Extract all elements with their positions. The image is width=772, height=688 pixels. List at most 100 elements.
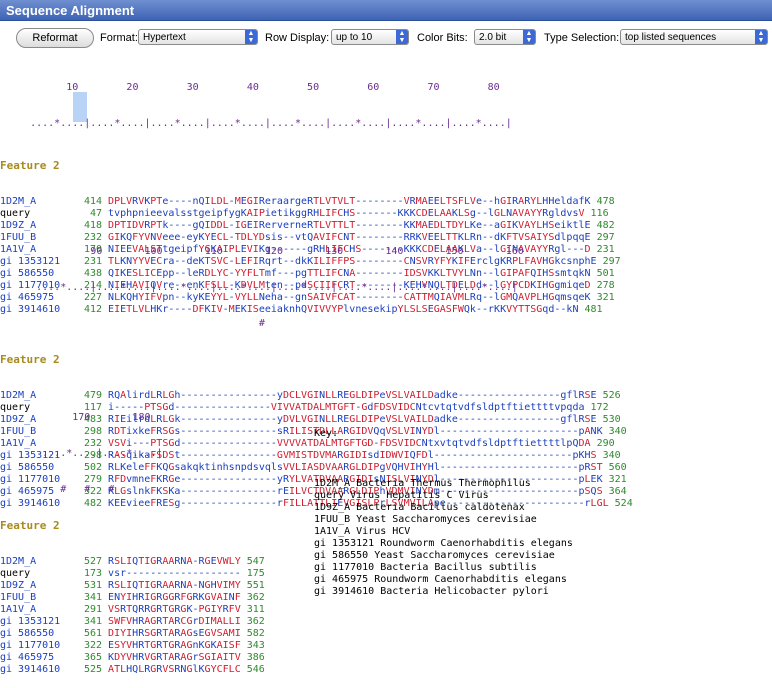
end-position: 386 — [246, 652, 265, 663]
start-position: 414 — [83, 196, 102, 207]
type-selection-select[interactable]: top listed sequences ▲ ▼ — [620, 29, 768, 45]
end-position: 290 — [596, 438, 615, 449]
format-value: Hypertext — [143, 32, 186, 43]
alignment-row: gi 465975 365 KDYVHRVGRTARAGrSGIAITV 386 — [0, 652, 265, 664]
sequence-name[interactable]: 1D2M_A — [0, 196, 70, 208]
row-display-value: up to 10 — [336, 32, 373, 43]
ruler-ticks: ....*....|....*....| — [0, 448, 163, 459]
position-ruler: 10 20 30 40 50 60 70 80 — [0, 82, 500, 93]
end-position: 530 — [602, 414, 621, 425]
sequence-residues: RSLIQTIGRAARNA-RGEVWLY — [108, 556, 241, 567]
key-entry: 1D9Z_A Bacteria Bacillus caldotenax — [314, 502, 525, 513]
alignment-row: gi 1177010 322 ESYVHRTGRTGRAGnKGKAISF 343 — [0, 640, 265, 652]
sequence-name[interactable]: 1D2M_A — [0, 556, 70, 568]
start-position: 525 — [83, 664, 102, 675]
row-display-label: Row Display: — [265, 32, 330, 44]
end-position: 340 — [602, 450, 621, 461]
key-entry: 1D2M_A Bacteria Thermus Thermophilus — [314, 478, 531, 489]
position-ruler: 170 180 — [0, 412, 151, 423]
start-position: 341 — [83, 616, 102, 627]
color-bits-select[interactable]: 2.0 bit ▲ ▼ — [474, 29, 536, 45]
end-position: 524 — [614, 498, 633, 509]
sequence-name[interactable]: gi 1177010 — [0, 640, 70, 652]
key-title: Key: — [314, 428, 339, 439]
end-position: 547 — [246, 556, 265, 567]
start-position: 531 — [83, 580, 102, 591]
ruler-ticks: ....*....|....*....|....*....|....*....|… — [0, 282, 518, 293]
end-position: 362 — [246, 592, 265, 603]
start-position: 527 — [83, 556, 102, 567]
alignment-row: query 173 vsr------------------- 175 — [0, 568, 265, 580]
sequence-residues: tvphpnieevalsstgeipfygKAIPietikggRHLIFCH… — [108, 208, 585, 219]
end-position: 311 — [246, 604, 265, 615]
alignment-row: gi 586550 561 DIYIHRSGRTARAGsEGVSAMI 582 — [0, 628, 265, 640]
end-position: 546 — [246, 664, 265, 675]
end-position: 175 — [246, 568, 265, 579]
key-entry: query Virus Hepatitis C Virus — [314, 490, 489, 501]
end-position: 478 — [596, 196, 615, 207]
end-position: 172 — [590, 402, 609, 413]
key-entry: gi 3914610 Bacteria Helicobacter pylori — [314, 586, 549, 597]
sequence-residues: ATLHQLRGRVSRNGlKGYCFLC — [108, 664, 241, 675]
sequence-residues: vsr------------------- — [108, 568, 241, 579]
feature-label: Feature 2 — [0, 159, 60, 172]
end-position: 343 — [246, 640, 265, 651]
end-position: 321 — [608, 474, 627, 485]
sequence-name[interactable]: gi 465975 — [0, 652, 70, 664]
sequence-residues: SWFVHRAGRTARCGrDIMALLI — [108, 616, 241, 627]
title-bar: Sequence Alignment — [0, 0, 772, 21]
sequence-name[interactable]: gi 586550 — [0, 628, 70, 640]
start-position: 47 — [89, 208, 102, 219]
key-entry: gi 465975 Roundworm Caenorhabditis elega… — [314, 574, 567, 585]
start-position: 173 — [83, 568, 102, 579]
toolbar: Reformat Format: Hypertext ▲ ▼ Row Displa… — [0, 26, 772, 50]
end-position: 526 — [602, 390, 621, 401]
start-position: 322 — [83, 640, 102, 651]
window-title: Sequence Alignment — [6, 3, 135, 18]
ruler-ticks: ....*....|....*....|....*....|....*....|… — [0, 118, 512, 129]
sequence-name[interactable]: 1D9Z_A — [0, 580, 70, 592]
sequence-name[interactable]: gi 3914610 — [0, 664, 70, 676]
alignment-block-3: 170 180 ....*....|....*....| # # # Featu… — [0, 388, 265, 688]
start-position: 291 — [83, 604, 102, 615]
alignment-row: gi 3914610 525 ATLHQLRGRVSRNGlKGYCFLC 546 — [0, 664, 265, 676]
sequence-name: query — [0, 208, 31, 219]
end-position: 560 — [608, 462, 627, 473]
type-selection-label: Type Selection: — [544, 32, 620, 44]
hash-markers: # — [0, 318, 265, 329]
alignment-row: 1A1V_A 291 VSRTQRRGRTGRGK-PGIYRFV 311 — [0, 604, 265, 616]
feature-label: Feature 2 — [0, 353, 60, 366]
key-entry: gi 1177010 Bacteria Bacillus subtilis — [314, 562, 537, 573]
color-bits-label: Color Bits: — [417, 32, 468, 44]
start-position: 365 — [83, 652, 102, 663]
sequence-name[interactable]: 1FUU_B — [0, 592, 70, 604]
color-bits-value: 2.0 bit — [479, 32, 507, 43]
key-entry: 1A1V_A Virus HCV — [314, 526, 411, 537]
sequence-residues: ESYVHRTGRTGRAGnKGKAISF — [108, 640, 241, 651]
alignment-row: query 47 tvphpnieevalsstgeipfygKAIPietikg… — [0, 208, 621, 220]
chevron-updown-icon: ▲ ▼ — [396, 30, 408, 44]
alignment-row: 1D2M_A 414 DPLVRVKPTe----nQILDL-MEGIReraa… — [0, 196, 621, 208]
alignment-row: 1D9Z_A 531 RSLIQTIGRAARNA-NGHVIMY 551 — [0, 580, 265, 592]
end-position: 582 — [246, 628, 265, 639]
reformat-button[interactable]: Reformat — [16, 28, 94, 48]
sequence-residues: RSLIQTIGRAARNA-NGHVIMY — [108, 580, 241, 591]
chevron-updown-icon: ▲ ▼ — [523, 30, 535, 44]
sequence-residues: DIYIHRSGRTARAGsEGVSAMI — [108, 628, 241, 639]
sequence-name[interactable]: 1A1V_A — [0, 604, 70, 616]
alignment-row: 1FUU_B 341 ENYIHRIGRGGRFGRKGVAINF 362 — [0, 592, 265, 604]
start-position: 341 — [83, 592, 102, 603]
sequence-residues: KDYVHRVGRTARAGrSGIAITV — [108, 652, 241, 663]
end-position: 116 — [590, 208, 609, 219]
alignment-row: gi 1353121 341 SWFVHRAGRTARCGrDIMALLI 362 — [0, 616, 265, 628]
end-position: 340 — [608, 426, 627, 437]
sequence-name[interactable]: gi 1353121 — [0, 616, 70, 628]
format-select[interactable]: Hypertext ▲ ▼ — [138, 29, 258, 45]
key-entry: gi 1353121 Roundworm Caenorhabditis eleg… — [314, 538, 573, 549]
position-ruler: 90 100 110 120 130 140 150 160 — [0, 246, 524, 257]
end-position: 364 — [608, 486, 627, 497]
sequence-residues: ENYIHRIGRGGRFGRKGVAINF — [108, 592, 241, 603]
row-display-select[interactable]: up to 10 ▲ ▼ — [331, 29, 409, 45]
end-position: 362 — [246, 616, 265, 627]
type-selection-value: top listed sequences — [625, 32, 717, 43]
